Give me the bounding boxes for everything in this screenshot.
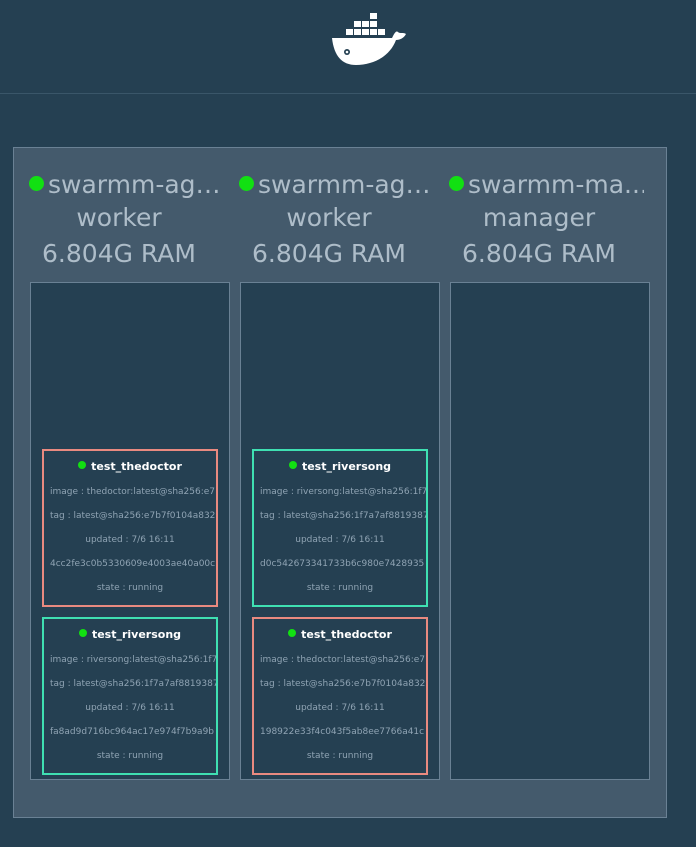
node-task-area: test_riversong image : riversong:latest@… [240,282,440,780]
node-ram: 6.804G RAM [42,239,196,268]
task-updated: updated : 7/6 16:11 [85,535,175,545]
node-title[interactable]: swarmm-age... [14,168,224,202]
task-card[interactable]: test_riversong image : riversong:latest@… [42,617,218,775]
node-title[interactable]: swarmm-ma... [434,168,644,202]
node-column: swarmm-age... worker 6.804G RAM test_riv… [224,148,440,817]
task-image: image : thedoctor:latest@sha256:e7 [50,487,216,497]
task-id: fa8ad9d716bc964ac17e974f7b9a9b [50,727,215,737]
task-image: image : riversong:latest@sha256:1f7 [260,487,426,497]
task-state: state : running [96,583,164,593]
task-status-dot [288,629,297,637]
task-card[interactable]: test_thedoctor image : thedoctor:latest@… [42,449,218,607]
task-status-dot [78,629,87,637]
task-status-dot [78,461,87,469]
task-tag: tag : latest@sha256:1f7a7af8819387 [50,679,216,689]
node-ram: 6.804G RAM [252,239,406,268]
task-id: 4cc2fe3c0b5330609e4003ae40a00c [50,559,216,569]
node-name: swarmm-age... [48,170,224,199]
task-state: state : running [96,751,164,761]
node-task-area [450,282,650,780]
task-state: state : running [306,751,374,761]
node-status-dot [449,176,464,191]
header-bar [0,0,696,94]
task-name: test_thedoctor [44,460,216,474]
task-updated: updated : 7/6 16:11 [295,703,385,713]
node-name: swarmm-ma... [468,170,644,199]
node-column: swarmm-age... worker 6.804G RAM test_the… [14,148,230,817]
task-name: test_riversong [44,628,216,642]
node-task-area: test_thedoctor image : thedoctor:latest@… [30,282,230,780]
task-id: 198922e33f4c043f5ab8ee7766a41c [260,727,425,737]
task-name: test_thedoctor [254,628,426,642]
task-image: image : thedoctor:latest@sha256:e7 [260,655,426,665]
task-tag: tag : latest@sha256:e7b7f0104a8320 [260,679,426,689]
task-name: test_riversong [254,460,426,474]
docker-whale-icon [332,13,406,66]
task-updated: updated : 7/6 16:11 [295,535,385,545]
node-role: worker [286,203,372,232]
task-status-dot [288,461,297,469]
node-status-dot [29,176,44,191]
node-role: worker [76,203,162,232]
cluster-panel: swarmm-age... worker 6.804G RAM test_the… [13,147,667,818]
node-name: swarmm-age... [258,170,434,199]
task-id: d0c542673341733b6c980e7428935 [260,559,425,569]
node-column: swarmm-ma... manager 6.804G RAM [434,148,650,817]
node-ram: 6.804G RAM [462,239,616,268]
task-state: state : running [306,583,374,593]
task-card[interactable]: test_riversong image : riversong:latest@… [252,449,428,607]
task-card[interactable]: test_thedoctor image : thedoctor:latest@… [252,617,428,775]
task-tag: tag : latest@sha256:e7b7f0104a8320 [50,511,216,521]
node-status-dot [239,176,254,191]
node-title[interactable]: swarmm-age... [224,168,434,202]
task-tag: tag : latest@sha256:1f7a7af8819387 [260,511,426,521]
task-image: image : riversong:latest@sha256:1f7 [50,655,216,665]
task-updated: updated : 7/6 16:11 [85,703,175,713]
node-role: manager [482,203,596,232]
